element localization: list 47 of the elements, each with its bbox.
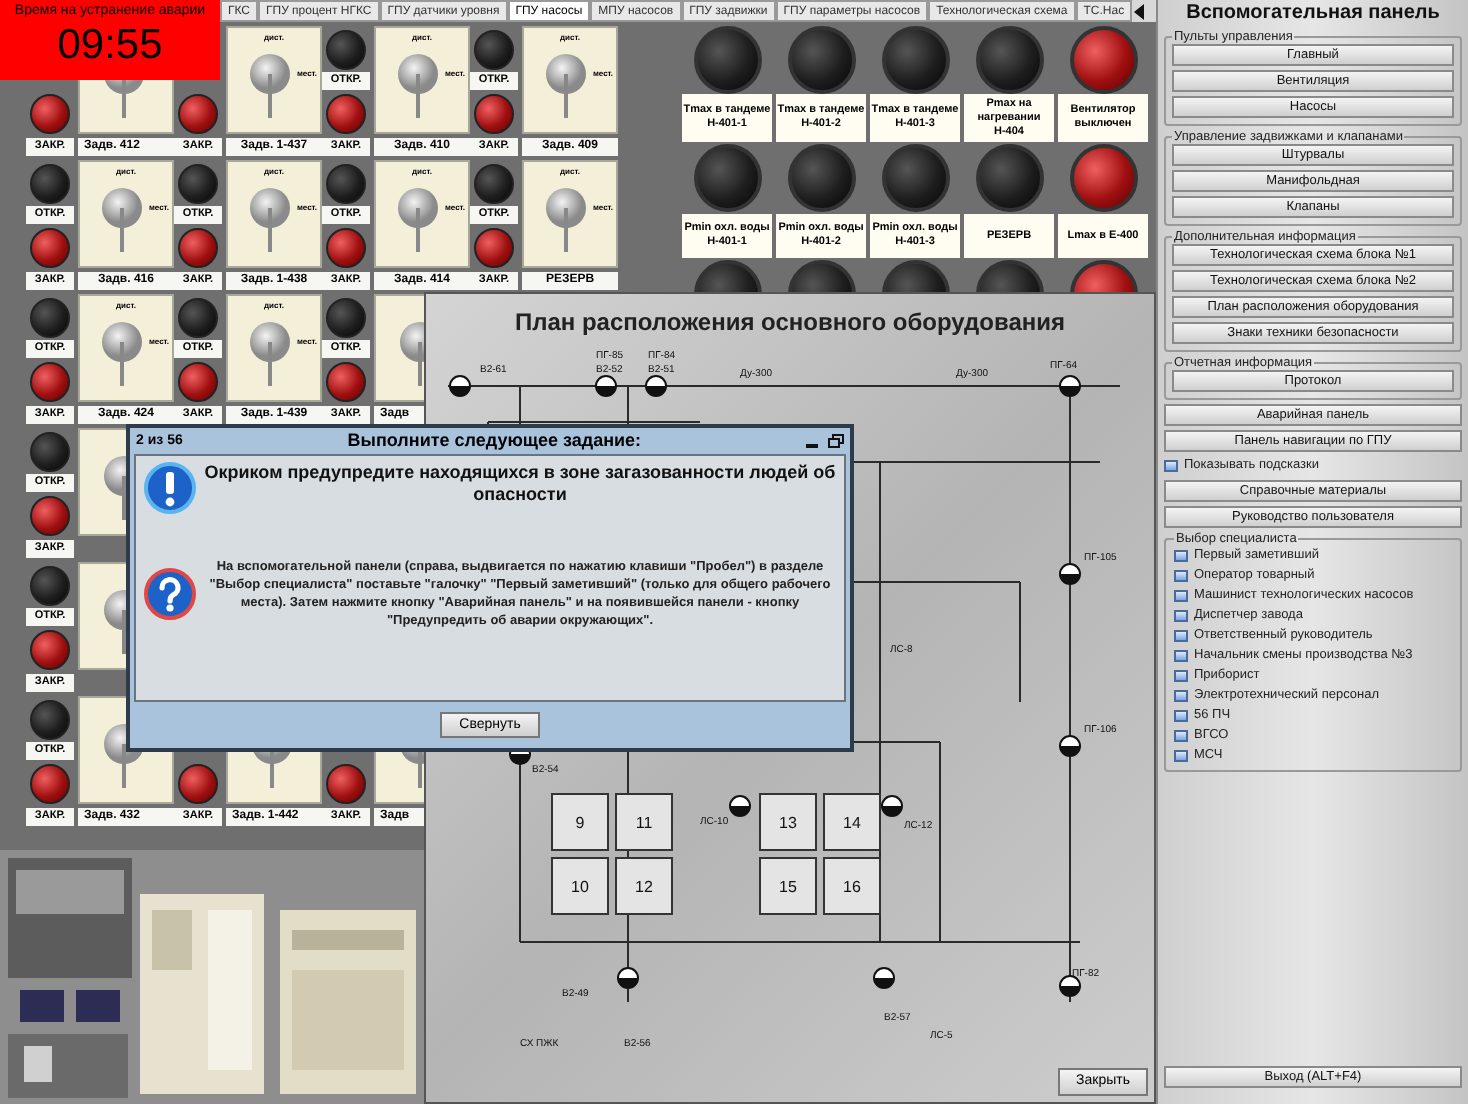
tank-outline [823,793,881,851]
checkbox[interactable] [1174,590,1188,602]
checkbox[interactable] [1174,610,1188,622]
tank-number: 13 [779,814,797,832]
tank-number: 11 [635,814,653,832]
tank-number: 15 [779,878,797,896]
tank-number: 14 [843,814,861,832]
valve-icon[interactable] [729,795,751,817]
valve-icon[interactable] [1059,735,1081,757]
panel-title: Вспомогательная панель [1184,0,1442,26]
checkbox[interactable] [1174,650,1188,662]
tank-outline [551,857,609,915]
tank-outline [551,793,609,851]
restore-icon[interactable] [828,434,844,448]
checkbox[interactable] [1174,570,1188,582]
checkbox[interactable] [1174,630,1188,642]
valve-icon[interactable] [1059,975,1081,997]
tank-number: 9 [575,814,585,832]
tank-number: 16 [843,878,861,896]
checkbox[interactable] [1174,550,1188,562]
tank-outline [759,793,817,851]
checkbox[interactable] [1164,460,1178,472]
checkbox[interactable] [1174,690,1188,702]
tank-number: 12 [635,878,653,896]
tank-number: 10 [571,878,589,896]
tank-outline [823,857,881,915]
tank-outline [759,857,817,915]
valve-icon[interactable] [881,795,903,817]
timer-value: 09:55 [57,20,163,72]
tank-outline [615,857,673,915]
task-message: Окриком предупредите находящихся в зоне загазованности людей об опасности [204,462,836,508]
window-title: План расположения основного оборудования [512,308,1068,336]
valve-icon[interactable] [617,967,639,989]
valve-icon[interactable] [449,375,471,397]
checkbox[interactable] [1174,710,1188,722]
dialog-title: Выполните следующее задание: [345,430,644,452]
valve-icon[interactable] [595,375,617,397]
valve-icon[interactable] [1059,375,1081,397]
valve-icon[interactable] [645,375,667,397]
exclamation-icon [144,462,196,514]
checkbox[interactable] [1174,750,1188,762]
valve-icon[interactable] [1059,563,1081,585]
tank-outline [615,793,673,851]
checkbox[interactable] [1174,670,1188,682]
question-icon [144,568,196,620]
valve-icon[interactable] [873,967,895,989]
checkbox[interactable] [1174,730,1188,742]
